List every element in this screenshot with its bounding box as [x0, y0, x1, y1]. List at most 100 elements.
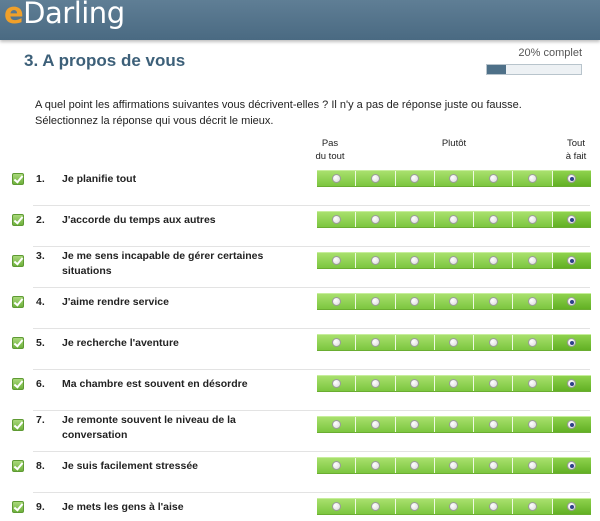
scale-cell[interactable]	[435, 253, 475, 268]
scale-cell[interactable]	[317, 212, 357, 227]
scale-cell[interactable]	[513, 417, 553, 432]
scale-cell[interactable]	[317, 499, 357, 514]
scale-cell[interactable]	[552, 417, 591, 432]
answer-radio-4[interactable]	[449, 379, 459, 388]
scale-cell[interactable]	[474, 458, 514, 473]
scale-cell[interactable]	[396, 417, 435, 432]
answer-radio-1[interactable]	[331, 420, 341, 429]
answer-radio-6[interactable]	[528, 379, 538, 388]
scale-cell[interactable]	[317, 294, 357, 309]
scale-cell[interactable]	[396, 171, 435, 186]
answer-radio-7[interactable]	[567, 215, 577, 224]
answer-radio-5[interactable]	[488, 297, 498, 306]
scale-cell[interactable]	[356, 253, 396, 268]
scale-cell[interactable]	[552, 335, 591, 350]
scale-cell[interactable]	[356, 499, 396, 514]
answer-radio-5[interactable]	[488, 420, 498, 429]
scale-cell[interactable]	[474, 294, 514, 309]
scale-cell[interactable]	[474, 335, 514, 350]
scale-cell[interactable]	[435, 458, 475, 473]
answer-radio-6[interactable]	[528, 174, 538, 183]
scale-cell[interactable]	[435, 417, 475, 432]
scale-cell[interactable]	[474, 212, 514, 227]
answer-radio-5[interactable]	[488, 338, 498, 347]
scale-cell[interactable]	[317, 417, 357, 432]
answer-radio-6[interactable]	[528, 256, 538, 265]
scale-cell[interactable]	[356, 417, 396, 432]
answer-radio-4[interactable]	[449, 174, 459, 183]
answer-radio-2[interactable]	[370, 502, 380, 511]
scale-cell[interactable]	[356, 458, 396, 473]
scale-cell[interactable]	[356, 212, 396, 227]
scale-cell[interactable]	[474, 376, 514, 391]
scale-cell[interactable]	[396, 294, 435, 309]
scale-cell[interactable]	[435, 376, 475, 391]
answer-radio-4[interactable]	[449, 256, 459, 265]
scale-cell[interactable]	[356, 335, 396, 350]
scale-cell[interactable]	[474, 417, 514, 432]
answer-radio-2[interactable]	[370, 461, 380, 470]
answer-radio-3[interactable]	[410, 461, 420, 470]
answer-radio-1[interactable]	[331, 297, 341, 306]
scale-cell[interactable]	[513, 335, 553, 350]
scale-cell[interactable]	[396, 458, 435, 473]
answer-radio-2[interactable]	[370, 379, 380, 388]
answer-radio-3[interactable]	[410, 174, 420, 183]
answer-radio-7[interactable]	[567, 174, 577, 183]
scale-cell[interactable]	[474, 253, 514, 268]
answer-radio-7[interactable]	[567, 256, 577, 265]
edarling-logo[interactable]: eDarling	[4, 0, 125, 30]
answer-radio-1[interactable]	[331, 338, 341, 347]
scale-cell[interactable]	[435, 294, 475, 309]
answer-radio-5[interactable]	[488, 215, 498, 224]
scale-cell[interactable]	[356, 376, 396, 391]
scale-cell[interactable]	[513, 171, 553, 186]
answer-radio-1[interactable]	[331, 461, 341, 470]
scale-cell[interactable]	[513, 253, 553, 268]
scale-cell[interactable]	[552, 212, 591, 227]
answer-radio-7[interactable]	[567, 338, 577, 347]
scale-cell[interactable]	[435, 212, 475, 227]
scale-cell[interactable]	[396, 212, 435, 227]
scale-cell[interactable]	[317, 253, 357, 268]
answer-radio-2[interactable]	[370, 297, 380, 306]
answer-radio-5[interactable]	[488, 461, 498, 470]
answer-radio-3[interactable]	[410, 256, 420, 265]
scale-cell[interactable]	[513, 458, 553, 473]
answer-radio-5[interactable]	[488, 502, 498, 511]
answer-radio-4[interactable]	[449, 502, 459, 511]
answer-radio-3[interactable]	[410, 297, 420, 306]
answer-radio-6[interactable]	[528, 502, 538, 511]
scale-cell[interactable]	[513, 294, 553, 309]
scale-cell[interactable]	[435, 499, 475, 514]
scale-cell[interactable]	[317, 376, 357, 391]
answer-radio-6[interactable]	[528, 297, 538, 306]
answer-radio-1[interactable]	[331, 256, 341, 265]
answer-radio-4[interactable]	[449, 420, 459, 429]
answer-radio-7[interactable]	[567, 379, 577, 388]
answer-radio-7[interactable]	[567, 461, 577, 470]
scale-cell[interactable]	[513, 376, 553, 391]
scale-cell[interactable]	[356, 294, 396, 309]
scale-cell[interactable]	[396, 376, 435, 391]
answer-radio-1[interactable]	[331, 502, 341, 511]
answer-radio-3[interactable]	[410, 420, 420, 429]
scale-cell[interactable]	[552, 376, 591, 391]
answer-radio-6[interactable]	[528, 215, 538, 224]
scale-cell[interactable]	[552, 499, 591, 514]
answer-radio-4[interactable]	[449, 297, 459, 306]
answer-radio-1[interactable]	[331, 379, 341, 388]
answer-radio-6[interactable]	[528, 338, 538, 347]
answer-radio-3[interactable]	[410, 215, 420, 224]
scale-cell[interactable]	[356, 171, 396, 186]
scale-cell[interactable]	[435, 335, 475, 350]
scale-cell[interactable]	[513, 212, 553, 227]
answer-radio-5[interactable]	[488, 379, 498, 388]
answer-radio-2[interactable]	[370, 215, 380, 224]
answer-radio-2[interactable]	[370, 420, 380, 429]
scale-cell[interactable]	[552, 171, 591, 186]
answer-radio-5[interactable]	[488, 256, 498, 265]
scale-cell[interactable]	[552, 458, 591, 473]
answer-radio-4[interactable]	[449, 215, 459, 224]
scale-cell[interactable]	[396, 253, 435, 268]
